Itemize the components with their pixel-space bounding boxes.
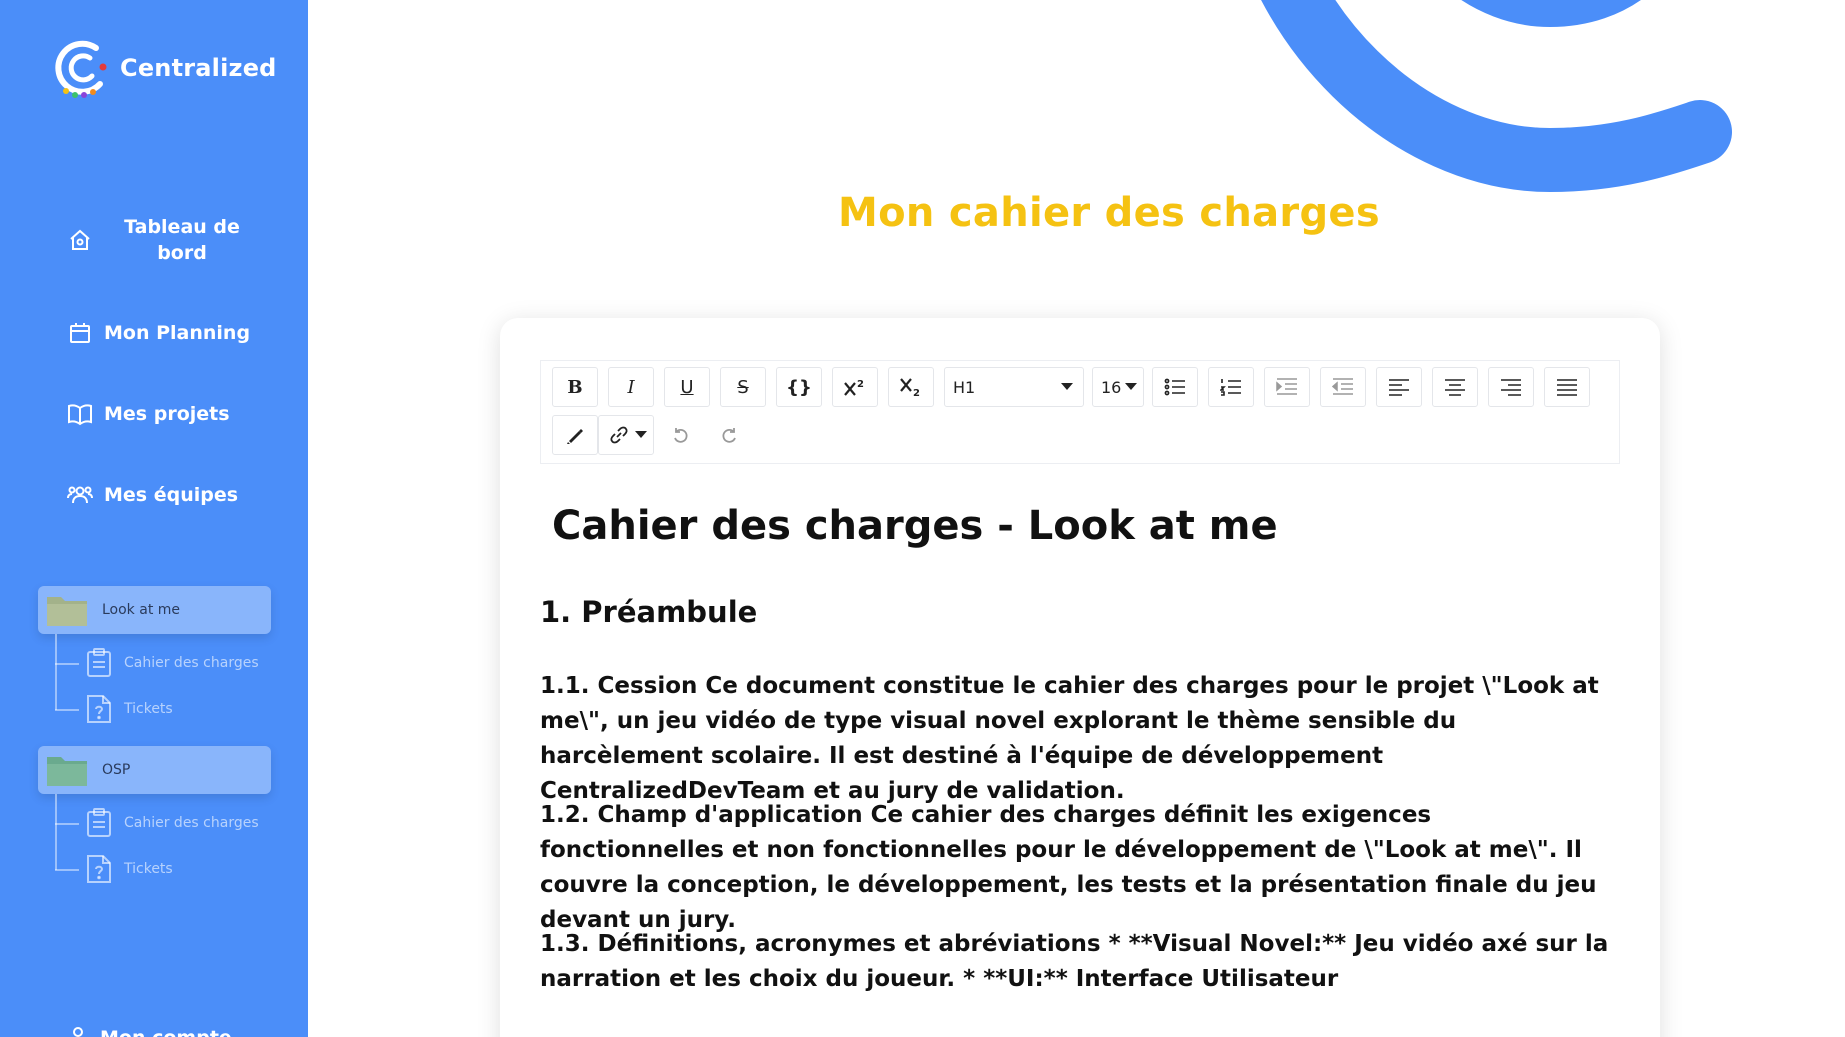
text-color-button[interactable] xyxy=(552,415,598,455)
section-heading: 1. Préambule xyxy=(540,595,758,629)
project-item-tickets[interactable]: Tickets xyxy=(86,854,173,884)
clipboard-icon xyxy=(87,648,111,677)
tree-connector xyxy=(55,709,79,711)
align-left-button[interactable] xyxy=(1376,367,1422,407)
book-icon xyxy=(66,400,94,428)
paragraph: 1.2. Champ d'application Ce cahier des c… xyxy=(540,802,1597,933)
bullet-list-button[interactable] xyxy=(1152,367,1198,407)
project-item-label: Cahier des charges xyxy=(124,815,259,831)
sidebar: Centralized Tableau de bord Mon Planning… xyxy=(0,0,308,1037)
outdent-icon xyxy=(1332,378,1353,395)
nav-mes-equipes[interactable]: Mes équipes xyxy=(66,481,238,509)
folder-icon xyxy=(47,757,87,786)
project-item-cahier-des-charges[interactable]: Cahier des charges xyxy=(86,808,259,838)
project-item-label: Tickets xyxy=(124,861,173,877)
nav-label: Tableau de bord xyxy=(124,216,240,264)
ticket-file-icon xyxy=(87,695,111,723)
heading-select[interactable]: H1 xyxy=(944,367,1084,407)
decorative-logo-ring xyxy=(1261,0,1732,193)
undo-button[interactable] xyxy=(658,415,704,455)
nav-label: Mon Planning xyxy=(104,322,251,344)
folder-icon xyxy=(47,597,87,626)
project-folder-look-at-me[interactable]: Look at me xyxy=(38,586,271,634)
chevron-down-icon xyxy=(1125,383,1137,390)
align-justify-button[interactable] xyxy=(1544,367,1590,407)
ticket-file-icon xyxy=(87,855,111,883)
nav-tableau-de-bord[interactable]: Tableau de bord xyxy=(66,214,242,266)
redo-button[interactable] xyxy=(706,415,752,455)
redo-icon xyxy=(722,428,736,443)
paragraph: 1.1. Cession Ce document constitue le ca… xyxy=(540,673,1599,804)
editor-toolbar: B I U S {} 2 2 H1 16 xyxy=(540,360,1620,464)
home-icon xyxy=(66,226,94,254)
nav-label: Mon compte xyxy=(100,1027,232,1037)
calendar-icon xyxy=(66,319,94,347)
indent-icon xyxy=(1276,378,1297,395)
project-name: OSP xyxy=(102,762,131,778)
app-name: Centralized xyxy=(120,54,277,82)
outdent-button[interactable] xyxy=(1320,367,1366,407)
nav-label: Mes équipes xyxy=(104,484,239,506)
clipboard-icon xyxy=(87,808,111,837)
heading-select-value: H1 xyxy=(953,377,976,397)
document-title: Cahier des charges - Look at me xyxy=(552,503,1278,549)
underline-button[interactable]: U xyxy=(664,367,710,407)
font-size-select[interactable]: 16 xyxy=(1092,367,1144,407)
subscript-button[interactable]: 2 xyxy=(888,367,934,407)
italic-button[interactable]: I xyxy=(608,367,654,407)
editor-card: B I U S {} 2 2 H1 16 Cahier des charges … xyxy=(500,318,1660,1037)
tree-connector xyxy=(55,869,79,871)
align-right-button[interactable] xyxy=(1488,367,1534,407)
paragraph: 1.3. Définitions, acronymes et abréviati… xyxy=(540,931,1609,992)
svg-text:2: 2 xyxy=(913,388,920,397)
superscript-button[interactable]: 2 xyxy=(832,367,878,407)
subscript-icon: 2 xyxy=(900,378,920,397)
link-icon xyxy=(610,426,628,444)
tree-connector xyxy=(55,823,79,825)
chevron-down-icon xyxy=(1061,383,1073,390)
nav-mes-projets[interactable]: Mes projets xyxy=(66,400,230,428)
tree-connector xyxy=(55,663,79,665)
bullet-list-icon xyxy=(1164,378,1185,396)
user-icon xyxy=(66,1024,90,1037)
font-size-select-value: 16 xyxy=(1101,377,1122,397)
bold-button[interactable]: B xyxy=(552,367,598,407)
project-item-cahier-des-charges[interactable]: Cahier des charges xyxy=(86,648,259,678)
centralized-logo-icon xyxy=(55,40,107,98)
align-justify-icon xyxy=(1557,379,1577,396)
chevron-down-icon xyxy=(635,431,647,438)
align-center-icon xyxy=(1445,379,1465,396)
indent-button[interactable] xyxy=(1264,367,1310,407)
superscript-icon: 2 xyxy=(844,379,864,396)
align-center-button[interactable] xyxy=(1432,367,1478,407)
project-name: Look at me xyxy=(102,602,181,618)
strikethrough-button[interactable]: S xyxy=(720,367,766,407)
nav-mon-compte[interactable]: Mon compte xyxy=(66,1024,232,1037)
nav-label: Mes projets xyxy=(104,403,230,425)
numbered-list-icon xyxy=(1220,379,1241,396)
pen-icon xyxy=(567,429,583,444)
app-logo[interactable]: Centralized xyxy=(46,34,277,102)
project-item-label: Cahier des charges xyxy=(124,655,259,671)
tree-connector xyxy=(55,634,57,710)
project-item-tickets[interactable]: Tickets xyxy=(86,694,173,724)
align-left-icon xyxy=(1389,379,1409,396)
page-title: Mon cahier des charges xyxy=(838,190,1380,236)
undo-icon xyxy=(674,428,688,443)
tree-connector xyxy=(55,794,57,870)
code-button[interactable]: {} xyxy=(776,367,822,407)
team-icon xyxy=(66,481,94,509)
link-button[interactable] xyxy=(598,415,654,455)
svg-text:2: 2 xyxy=(857,379,864,390)
nav-mon-planning[interactable]: Mon Planning xyxy=(66,319,250,347)
numbered-list-button[interactable] xyxy=(1208,367,1254,407)
align-right-icon xyxy=(1501,379,1521,396)
project-item-label: Tickets xyxy=(124,701,173,717)
project-folder-osp[interactable]: OSP xyxy=(38,746,271,794)
